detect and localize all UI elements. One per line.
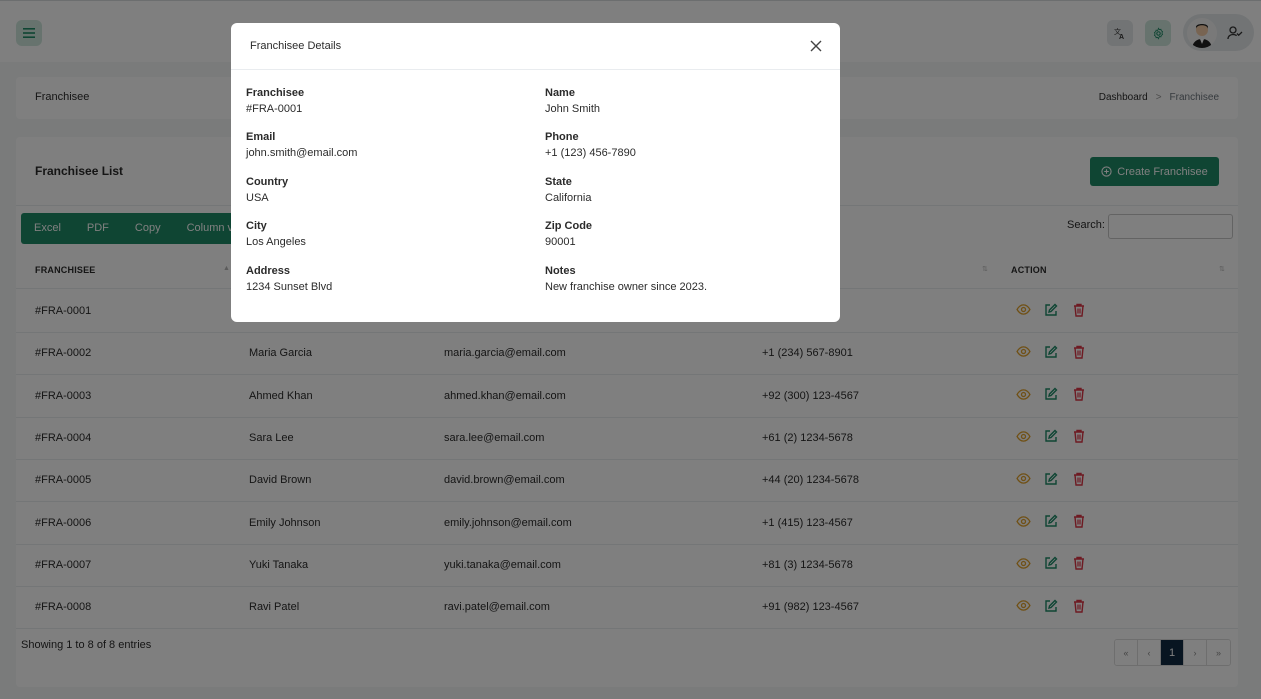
detail-label: Address	[246, 264, 291, 277]
detail-value: New franchise owner since 2023.	[545, 280, 708, 293]
franchisee-details-modal: Franchisee Details Franchisee #FRA-0001 Na…	[231, 23, 840, 322]
detail-field: Notes New franchise owner since 2023.	[545, 265, 835, 293]
detail-field: Zip Code 90001	[545, 220, 835, 248]
detail-label: Name	[545, 87, 575, 99]
detail-field: Name John Smith	[545, 87, 835, 115]
detail-value: California	[545, 191, 592, 204]
detail-value: USA	[246, 191, 269, 204]
modal-header: Franchisee Details	[231, 23, 840, 70]
modal-title: Franchisee Details	[250, 40, 342, 52]
detail-label: Zip Code	[545, 220, 593, 233]
detail-field: Phone +1 (123) 456-7890	[545, 131, 835, 159]
detail-field: City Los Angeles	[246, 220, 536, 248]
detail-label: Email	[246, 131, 276, 144]
detail-label: City	[246, 220, 267, 233]
detail-value: #FRA-0001	[246, 103, 303, 115]
detail-value: +1 (123) 456-7890	[545, 147, 636, 160]
detail-value: 90001	[545, 236, 576, 249]
detail-field: Address 1234 Sunset Blvd	[246, 265, 536, 293]
detail-field: Email john.smith@email.com	[246, 131, 536, 159]
detail-label: Notes	[545, 264, 576, 277]
detail-label: State	[545, 175, 572, 188]
detail-label: Phone	[545, 131, 579, 144]
detail-value: 1234 Sunset Blvd	[246, 280, 333, 293]
detail-value: Los Angeles	[246, 236, 306, 249]
detail-label: Country	[246, 175, 289, 188]
detail-field: Franchisee #FRA-0001	[246, 87, 536, 115]
detail-field: State California	[545, 176, 835, 204]
detail-value: john.smith@email.com	[246, 147, 358, 160]
close-icon[interactable]	[809, 39, 823, 53]
detail-label: Franchisee	[246, 87, 305, 99]
detail-field: Country USA	[246, 176, 536, 204]
detail-value: John Smith	[545, 103, 601, 115]
